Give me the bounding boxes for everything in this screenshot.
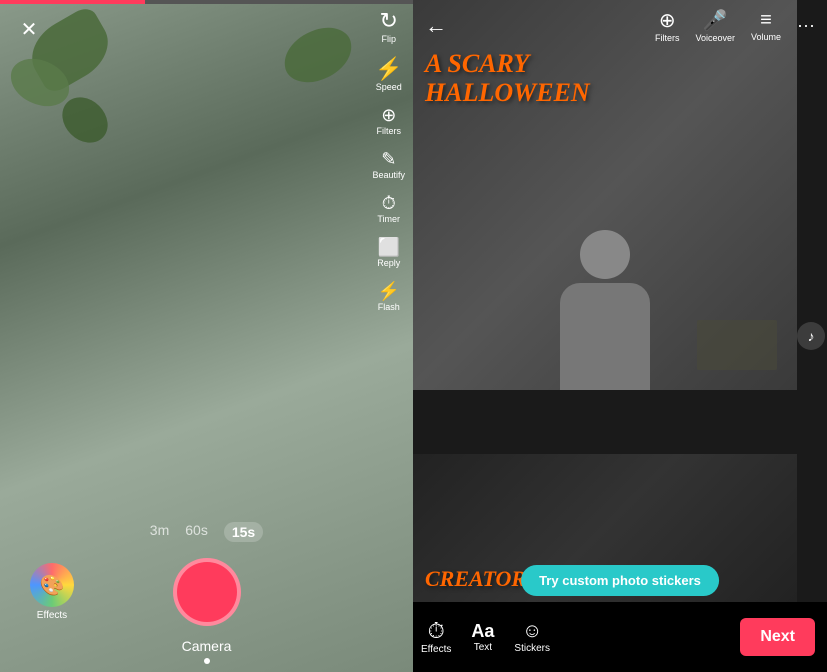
text-toolbar-label: Text xyxy=(474,642,492,653)
next-button[interactable]: Next xyxy=(740,618,815,656)
effects-toolbar-icon: ⏱ xyxy=(428,620,445,642)
speed-label: Speed xyxy=(376,82,402,92)
beautify-label: Beautify xyxy=(372,170,405,180)
editor-topbar: ← ⊕ Filters 🎤 Voiceover ≡ Volume ··· xyxy=(413,8,827,43)
duration-15s[interactable]: 15s xyxy=(224,522,263,542)
filters-button[interactable]: ⊕ Filters xyxy=(376,106,401,136)
top-right-icons: ⊕ Filters 🎤 Voiceover ≡ Volume ··· xyxy=(655,8,815,43)
progress-fill xyxy=(0,0,145,4)
flip-label: Flip xyxy=(381,34,396,44)
filters-top-icon: ⊕ xyxy=(659,8,676,33)
reply-icon: ⬜ xyxy=(378,238,400,256)
reply-button[interactable]: ⬜ Reply xyxy=(377,238,400,268)
voiceover-button[interactable]: 🎤 Voiceover xyxy=(695,8,735,43)
video-preview-area: A SCARY HALLOWEEN CREATOR EDITION ♪ Try … xyxy=(413,0,827,672)
speed-icon: ⚡ xyxy=(375,58,402,80)
duration-60s[interactable]: 60s xyxy=(185,522,208,542)
effects-toolbar-label: Effects xyxy=(421,644,451,655)
beautify-button[interactable]: ✎ Beautify xyxy=(372,150,405,180)
filters-icon: ⊕ xyxy=(381,106,396,124)
camera-bottom-controls: 3m 60s 15s 🎨 Effects Camera xyxy=(0,522,413,672)
halloween-title-overlay[interactable]: A SCARY HALLOWEEN xyxy=(425,50,590,107)
person-head xyxy=(580,230,630,279)
shelf-decoration xyxy=(697,320,777,370)
reply-label: Reply xyxy=(377,258,400,268)
close-button[interactable]: ✕ xyxy=(14,14,44,44)
recording-progress-bar xyxy=(0,0,413,4)
duration-3m[interactable]: 3m xyxy=(150,522,169,542)
duration-selector: 3m 60s 15s xyxy=(150,522,263,542)
mode-dot-indicator xyxy=(204,658,210,664)
beautify-icon: ✎ xyxy=(381,150,396,168)
toolbar-left-items: ⏱ Effects Aa Text ☺ Stickers xyxy=(421,620,550,655)
editor-toolbar: ⏱ Effects Aa Text ☺ Stickers Next xyxy=(413,602,827,672)
filters-top-button[interactable]: ⊕ Filters xyxy=(655,8,680,43)
back-button[interactable]: ← xyxy=(425,13,447,39)
camera-mode-label: Camera xyxy=(182,638,232,654)
text-toolbar-button[interactable]: Aa Text xyxy=(471,622,494,653)
voiceover-label: Voiceover xyxy=(695,33,735,43)
timer-button[interactable]: ⏱ Timer xyxy=(377,194,400,224)
voiceover-icon: 🎤 xyxy=(703,8,728,33)
halloween-line2: HALLOWEEN xyxy=(425,79,590,108)
volume-icon: ≡ xyxy=(760,9,772,32)
flip-icon: ↻ xyxy=(380,10,398,32)
effects-button[interactable]: 🎨 Effects xyxy=(30,563,74,621)
flash-label: Flash xyxy=(378,302,400,312)
effects-label: Effects xyxy=(37,610,67,621)
volume-label: Volume xyxy=(751,32,781,42)
more-options-button[interactable]: ··· xyxy=(797,15,815,36)
flip-button[interactable]: ↻ Flip xyxy=(380,10,398,44)
filters-label: Filters xyxy=(376,126,401,136)
flash-icon: ⚡ xyxy=(378,282,400,300)
camera-controls: ↻ Flip ⚡ Speed ⊕ Filters ✎ Beautify ⏱ Ti… xyxy=(372,10,405,312)
record-button[interactable] xyxy=(173,558,241,626)
music-note-button[interactable]: ♪ xyxy=(797,322,825,350)
person-body xyxy=(560,283,650,390)
filters-top-label: Filters xyxy=(655,33,680,43)
stickers-toolbar-button[interactable]: ☺ Stickers xyxy=(514,621,550,654)
person-silhouette xyxy=(535,230,675,390)
editor-panel: ← ⊕ Filters 🎤 Voiceover ≡ Volume ··· xyxy=(413,0,827,672)
speed-button[interactable]: ⚡ Speed xyxy=(375,58,402,92)
effects-toolbar-button[interactable]: ⏱ Effects xyxy=(421,620,451,655)
flash-button[interactable]: ⚡ Flash xyxy=(378,282,400,312)
effects-icon: 🎨 xyxy=(30,563,74,607)
timer-icon: ⏱ xyxy=(382,194,396,212)
volume-button[interactable]: ≡ Volume xyxy=(751,9,781,42)
camera-panel: ✕ ↻ Flip ⚡ Speed ⊕ Filters ✎ Beautify ⏱ … xyxy=(0,0,413,672)
record-row: 🎨 Effects xyxy=(0,558,413,626)
timer-label: Timer xyxy=(377,214,400,224)
custom-sticker-banner[interactable]: Try custom photo stickers xyxy=(521,565,719,596)
stickers-toolbar-icon: ☺ xyxy=(522,621,542,641)
halloween-line1: A SCARY xyxy=(425,50,590,79)
text-toolbar-icon: Aa xyxy=(471,622,494,640)
stickers-toolbar-label: Stickers xyxy=(514,643,550,654)
